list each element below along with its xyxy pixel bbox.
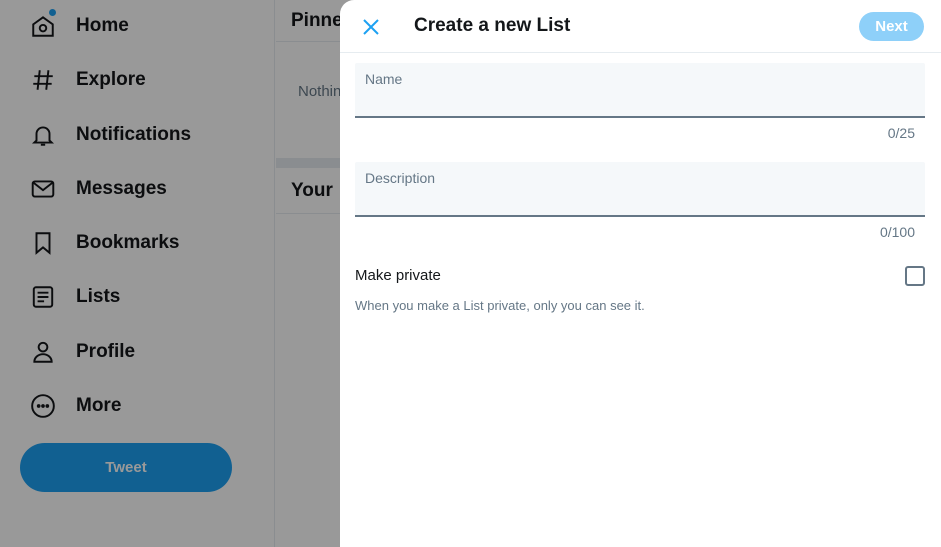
close-icon [362, 18, 380, 36]
name-field[interactable]: Name [355, 63, 925, 118]
name-field-label: Name [365, 71, 403, 87]
make-private-help-text: When you make a List private, only you c… [355, 298, 645, 313]
description-input[interactable] [365, 190, 915, 212]
make-private-label: Make private [355, 267, 441, 284]
dialog-header: Create a new List Next [340, 0, 941, 53]
close-button[interactable] [356, 12, 386, 42]
description-char-counter: 0/100 [879, 224, 915, 240]
description-field-label: Description [365, 170, 436, 186]
create-list-dialog: Create a new List Next Name 0/25 Descrip… [340, 0, 941, 547]
dialog-title: Create a new List [414, 15, 571, 36]
name-char-counter: 0/25 [887, 125, 915, 141]
description-field[interactable]: Description [355, 162, 925, 217]
name-input[interactable] [365, 91, 915, 113]
next-button[interactable]: Next [859, 12, 924, 41]
make-private-checkbox[interactable] [905, 266, 925, 286]
